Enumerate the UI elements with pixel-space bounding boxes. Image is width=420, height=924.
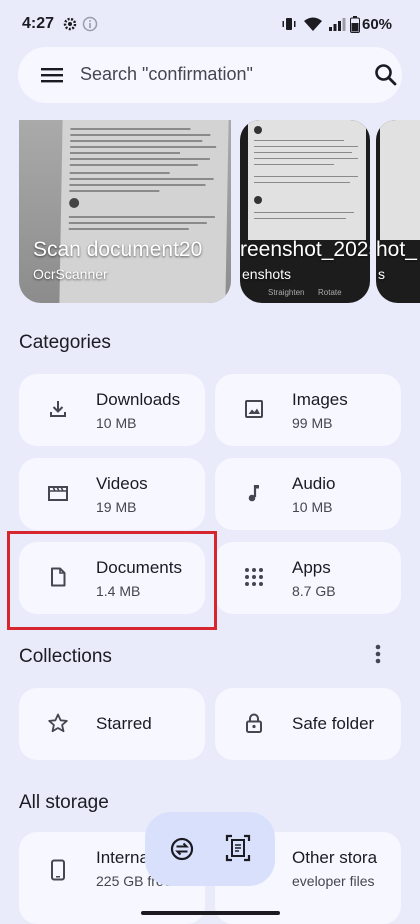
recent-file-source: OcrScanner <box>33 266 108 282</box>
recent-file-title: reenshot_2025 <box>240 238 370 261</box>
categories-heading: Categories <box>19 332 111 353</box>
category-size: 99 MB <box>292 415 333 431</box>
category-apps[interactable]: Apps 8.7 GB <box>215 542 401 614</box>
rotate-label: Rotate <box>318 288 342 297</box>
category-audio[interactable]: Audio 10 MB <box>215 458 401 530</box>
recent-file-card[interactable]: Scan document20 OcrScanner <box>19 120 231 303</box>
image-icon <box>245 400 263 418</box>
category-videos[interactable]: Videos 19 MB <box>19 458 205 530</box>
storage-description: eveloper files <box>292 873 375 889</box>
menu-icon[interactable] <box>40 64 64 86</box>
battery-icon <box>350 16 360 33</box>
gesture-nav-handle[interactable] <box>141 911 280 915</box>
collection-safe-folder[interactable]: Safe folder <box>215 688 401 760</box>
storage-name: Interna <box>96 848 149 867</box>
recent-file-card[interactable]: reenshot_2025 enshots Straighten Rotate <box>240 120 370 303</box>
category-downloads[interactable]: Downloads 10 MB <box>19 374 205 446</box>
category-name: Audio <box>292 474 336 493</box>
storage-name: Other stora <box>292 848 378 867</box>
recent-file-title: hot_ <box>376 238 417 261</box>
category-name: Apps <box>292 558 331 577</box>
switch-sync-icon[interactable] <box>169 836 195 862</box>
cellular-signal-icon <box>329 18 346 31</box>
search-icon[interactable] <box>372 61 400 89</box>
collection-name: Safe folder <box>292 714 375 733</box>
settings-gear-icon <box>63 17 77 31</box>
recent-file-title: Scan document20 <box>33 238 203 261</box>
video-icon <box>48 486 68 501</box>
apps-grid-icon <box>245 568 263 586</box>
status-time: 4:27 <box>22 15 55 32</box>
category-name: Downloads <box>96 390 181 409</box>
wifi-icon <box>304 17 322 31</box>
battery-percent: 60% <box>362 16 393 33</box>
category-name: Images <box>292 390 348 409</box>
screenshot-thumbnail <box>248 120 366 240</box>
collection-name: Starred <box>96 714 152 733</box>
category-size: 10 MB <box>96 415 137 431</box>
category-images[interactable]: Images 99 MB <box>215 374 401 446</box>
category-size: 8.7 GB <box>292 583 336 599</box>
collection-starred[interactable]: Starred <box>19 688 205 760</box>
files-app-screen: 4:27 60% Search "confirmation" Scan docu… <box>0 0 420 924</box>
search-placeholder[interactable]: Search "confirmation" <box>80 64 253 85</box>
star-icon <box>48 713 68 733</box>
info-icon <box>82 16 98 32</box>
music-note-icon <box>248 485 259 502</box>
scan-document-icon[interactable] <box>225 834 251 862</box>
recent-file-source: enshots <box>242 266 292 282</box>
all-storage-heading: All storage <box>19 792 109 813</box>
highlight-box <box>7 531 217 630</box>
category-size: 19 MB <box>96 499 137 515</box>
download-icon <box>50 401 66 417</box>
category-size: 10 MB <box>292 499 333 515</box>
vibrate-icon <box>282 18 296 30</box>
straighten-label: Straighten <box>268 288 305 297</box>
search-bar[interactable]: Search "confirmation" <box>18 47 402 103</box>
phone-icon <box>51 859 65 881</box>
more-options-icon[interactable] <box>368 642 388 666</box>
status-bar: 4:27 60% <box>0 0 420 50</box>
floating-actions <box>145 812 275 886</box>
screenshot-thumbnail <box>380 120 420 240</box>
collections-heading: Collections <box>19 646 112 667</box>
recent-file-source: s <box>378 266 385 282</box>
category-name: Videos <box>96 474 148 493</box>
recent-file-card[interactable]: hot_ s <box>376 120 420 303</box>
lock-icon <box>246 713 262 733</box>
